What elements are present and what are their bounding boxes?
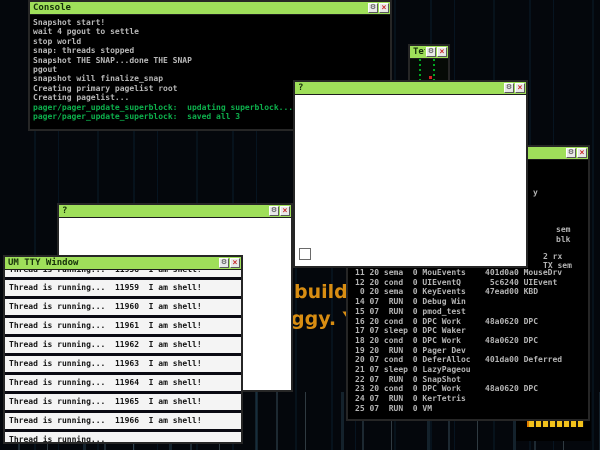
tty-log-line: Thread is running... <box>5 432 241 442</box>
process-row: 17 07 sleep 0 DPC Waker <box>355 326 562 336</box>
process-row: 11 20 sema 0 MouEvents 401d0a0 MouseDrv <box>355 268 562 278</box>
console-log-line: stop world <box>33 37 390 46</box>
um-tty-title: UM TTY Window <box>8 257 218 269</box>
process-fragment: blk <box>556 235 570 244</box>
gear-icon[interactable]: ⚙ <box>269 206 279 216</box>
process-rows: 11 20 sema 0 MouEvents 401d0a0 MouseDrv … <box>355 268 562 414</box>
dialog-left-title: ? <box>62 205 268 217</box>
console-log-line: Snapshot start! <box>33 18 390 27</box>
process-row: 23 20 cond 0 DPC Work 48a0620 DPC <box>355 384 562 394</box>
console-log-line: Snapshot THE SNAP...done THE SNAP <box>33 56 390 65</box>
console-titlebar[interactable]: Console ⚙ × <box>30 2 390 15</box>
gear-icon[interactable]: ⚙ <box>426 47 436 57</box>
tty-log-line: Thread is running... 11963 I am shell! <box>5 356 241 372</box>
console-title: Console <box>33 2 367 14</box>
tty-log-line: Thread is running... 11966 I am shell! <box>5 413 241 429</box>
process-fragment: y <box>533 188 538 197</box>
close-icon[interactable]: × <box>379 3 389 13</box>
dialog-main-title: ? <box>298 82 503 94</box>
close-icon[interactable]: × <box>437 47 447 57</box>
close-icon[interactable]: × <box>280 206 290 216</box>
process-fragment: sem <box>556 225 570 234</box>
tetris-titlebar[interactable]: Tet ⚙ × <box>410 46 448 59</box>
dialog-window-main: ? ⚙ × <box>293 80 528 268</box>
um-tty-titlebar[interactable]: UM TTY Window ⚙ × <box>5 257 241 270</box>
dialog-main-body <box>295 95 526 266</box>
process-row: 12 20 cond 0 UIEventQ 5c6240 UIEvent <box>355 278 562 288</box>
process-row: 0 20 sema 0 KeyEvents 47ead00 KBD <box>355 287 562 297</box>
tty-log-line: Thread is running... 11958 I am shell! <box>5 270 241 277</box>
process-row: 20 07 cond 0 DeferAlloc 401da00 Deferred <box>355 355 562 365</box>
tetris-piece <box>429 76 432 79</box>
gear-icon[interactable]: ⚙ <box>504 83 514 93</box>
checkbox[interactable] <box>299 248 311 260</box>
dialog-main-titlebar[interactable]: ? ⚙ × <box>295 82 526 95</box>
gear-icon[interactable]: ⚙ <box>566 148 576 158</box>
tty-log-line: Thread is running... 11965 I am shell! <box>5 394 241 410</box>
tty-log-line: Thread is running... 11964 I am shell! <box>5 375 241 391</box>
gear-icon[interactable]: ⚙ <box>368 3 378 13</box>
process-row: 24 07 RUN 0 KerTetris <box>355 394 562 404</box>
um-tty-window: UM TTY Window ⚙ × Thread is running... 1… <box>3 255 243 444</box>
process-fragment: 2 rx <box>543 252 562 261</box>
um-tty-output: Thread is running... 11958 I am shell! T… <box>5 270 241 442</box>
process-row: 21 07 sleep 0 LazyPageou <box>355 365 562 375</box>
process-row: 19 20 RUN 0 Pager Dev <box>355 346 562 356</box>
process-row: 22 07 RUN 0 SnapShot <box>355 375 562 385</box>
process-row: 18 20 cond 0 DPC Work 48a0620 DPC <box>355 336 562 346</box>
console-log-line: wait 4 pgout to settle <box>33 27 390 36</box>
console-log-line: snap: threads stopped <box>33 46 390 55</box>
tty-log-line: Thread is running... 11959 I am shell! <box>5 280 241 296</box>
process-row: 14 07 RUN 0 Debug Win <box>355 297 562 307</box>
tty-log-line: Thread is running... 11960 I am shell! <box>5 299 241 315</box>
gear-icon[interactable]: ⚙ <box>219 258 229 268</box>
process-row: 25 07 RUN 0 VM <box>355 404 562 414</box>
tty-log-line: Thread is running... 11962 I am shell! <box>5 337 241 353</box>
tty-log-line: Thread is running... 11961 I am shell! <box>5 318 241 334</box>
tetris-title: Tet <box>413 46 425 58</box>
dialog-left-titlebar[interactable]: ? ⚙ × <box>59 205 291 218</box>
yellow-bar <box>527 421 584 427</box>
process-row: 15 07 RUN 0 pmod_test <box>355 307 562 317</box>
close-icon[interactable]: × <box>577 148 587 158</box>
close-icon[interactable]: × <box>230 258 240 268</box>
close-icon[interactable]: × <box>515 83 525 93</box>
process-row: 16 20 cond 0 DPC Work 48a0620 DPC <box>355 317 562 327</box>
